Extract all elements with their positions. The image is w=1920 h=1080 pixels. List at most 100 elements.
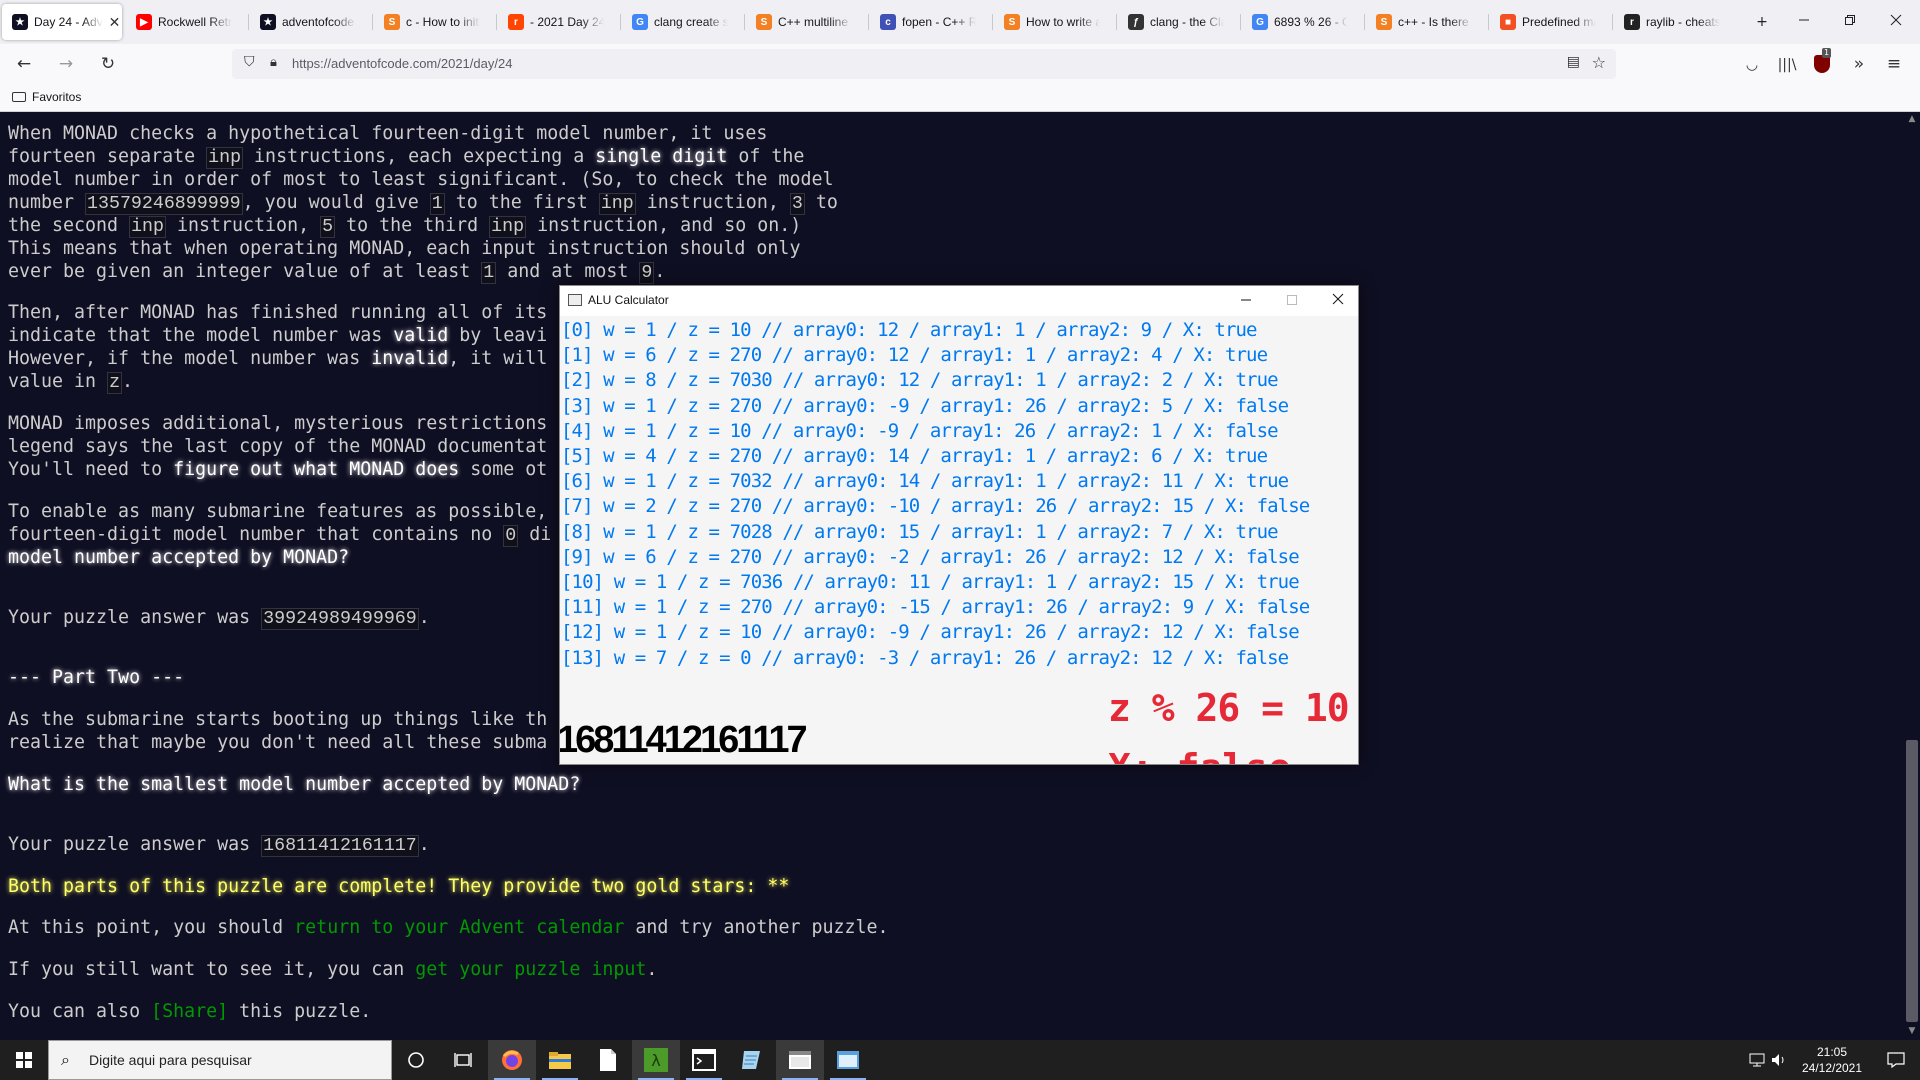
overflow-button[interactable]: » bbox=[1845, 50, 1873, 78]
browser-tab[interactable]: Sc++ - Is there a bbox=[1366, 4, 1486, 40]
arrow-right-icon: → bbox=[58, 54, 74, 74]
url-bar[interactable]: ⛉ 🔒︎ https://adventofcode.com/2021/day/2… bbox=[232, 49, 1616, 79]
youtube-icon: ▶ bbox=[136, 14, 152, 30]
alu-minimize-button[interactable] bbox=[1226, 288, 1266, 314]
completion-message: Both parts of this puzzle are complete! … bbox=[8, 876, 790, 897]
tray-clock[interactable]: 21:05 24/12/2021 bbox=[1784, 1044, 1880, 1076]
close-window-button[interactable] bbox=[1876, 8, 1916, 36]
inline-code: inp bbox=[206, 147, 244, 169]
task-view-button[interactable] bbox=[440, 1040, 488, 1080]
tab-separator bbox=[992, 14, 993, 30]
folder-icon bbox=[549, 1052, 571, 1069]
tab-label: C++ multiline string bbox=[778, 15, 852, 29]
share-link[interactable]: [Share] bbox=[151, 1001, 228, 1022]
bookmark-star-icon[interactable]: ☆ bbox=[1592, 53, 1606, 72]
bookmarks-bar: Favoritos bbox=[0, 84, 1920, 112]
alu-calculator-window[interactable]: ALU Calculator [0] w = 1 / z = 10 // arr… bbox=[559, 285, 1359, 765]
browser-tab[interactable]: c fopen - C++ Reference bbox=[870, 4, 990, 40]
alu-step-line: [9] w = 6 / z = 270 // array0: -2 / arra… bbox=[561, 545, 1300, 568]
browser-tab[interactable]: G 6893 % 26 - Google bbox=[1242, 4, 1362, 40]
reader-view-icon[interactable]: ▤ bbox=[1567, 54, 1580, 70]
browser-tab[interactable]: ★ adventofcode.com bbox=[250, 4, 370, 40]
browser-tab[interactable]: Sc - How to initialize bbox=[374, 4, 494, 40]
url-text[interactable]: https://adventofcode.com/2021/day/24 bbox=[292, 56, 512, 71]
alu-title-bar[interactable]: ALU Calculator bbox=[560, 286, 1358, 316]
return-calendar-link[interactable]: return to your Advent calendar bbox=[294, 917, 624, 938]
scroll-up-icon[interactable]: ▲ bbox=[1906, 114, 1918, 124]
alu-maximize-button[interactable] bbox=[1272, 288, 1312, 314]
browser-tab[interactable]: r - 2021 Day 24 bbox=[498, 4, 618, 40]
chevron-double-right-icon: » bbox=[1853, 54, 1865, 74]
browser-tab[interactable]: S How to write a bbox=[994, 4, 1114, 40]
terminal-icon bbox=[692, 1049, 716, 1071]
close-tab-icon[interactable]: ✕ bbox=[107, 14, 122, 31]
google-icon: G bbox=[632, 14, 648, 30]
ublock-badge: 1 bbox=[1822, 48, 1832, 58]
reddit-icon: r bbox=[508, 14, 524, 30]
back-button[interactable]: ← bbox=[10, 50, 38, 78]
library-icon: |||\ bbox=[1777, 57, 1797, 73]
alu-step-line: [13] w = 7 / z = 0 // array0: -3 / array… bbox=[561, 646, 1289, 669]
text-line: At this point, you should return to your… bbox=[8, 917, 889, 938]
tab-label: How to write a bbox=[1026, 15, 1100, 29]
search-icon: ⌕ bbox=[61, 1050, 70, 1069]
inline-code: 13579246899999 bbox=[85, 193, 243, 215]
taskbar-editor[interactable] bbox=[728, 1040, 776, 1080]
browser-tab[interactable]: S C++ multiline string bbox=[746, 4, 866, 40]
text-line: value in z. bbox=[8, 371, 134, 394]
start-button[interactable] bbox=[0, 1040, 48, 1080]
taskbar-firefox[interactable] bbox=[488, 1040, 536, 1080]
minimize-button[interactable] bbox=[1784, 8, 1824, 36]
taskbar-notepad[interactable] bbox=[584, 1040, 632, 1080]
text-line: indicate that the model number was valid… bbox=[8, 325, 548, 346]
ublock-button[interactable]: 1 bbox=[1808, 48, 1836, 78]
browser-tab[interactable]: ★ Day 24 - Advent of Code 2021 ✕ bbox=[2, 4, 122, 40]
tab-separator bbox=[868, 14, 869, 30]
taskbar-alu-window[interactable] bbox=[776, 1040, 824, 1080]
puzzle-input-link[interactable]: get your puzzle input bbox=[415, 959, 646, 980]
pocket-button[interactable]: ◡ bbox=[1738, 50, 1766, 78]
windows-logo-icon bbox=[16, 1052, 32, 1068]
forward-button[interactable]: → bbox=[52, 50, 80, 78]
browser-tab[interactable]: ▶ Rockwell Retro Encabulator bbox=[126, 4, 246, 40]
inline-code: z bbox=[107, 372, 123, 394]
clock-date: 24/12/2021 bbox=[1801, 1061, 1863, 1075]
page-scrollbar-thumb[interactable] bbox=[1906, 740, 1918, 1022]
taskbar-terminal[interactable] bbox=[680, 1040, 728, 1080]
restore-button[interactable] bbox=[1830, 8, 1870, 36]
cortana-button[interactable] bbox=[392, 1040, 440, 1080]
stackoverflow-icon: S bbox=[1376, 14, 1392, 30]
browser-tab[interactable]: ƒ clang - the Clang bbox=[1118, 4, 1238, 40]
lock-icon[interactable]: 🔒︎ bbox=[270, 55, 277, 70]
tab-separator bbox=[372, 14, 373, 30]
browser-tab[interactable]: r raylib - cheatsheet bbox=[1614, 4, 1734, 40]
browser-tab[interactable]: Gclang create static bbox=[622, 4, 742, 40]
taskbar-alu-app[interactable]: λ bbox=[632, 1040, 680, 1080]
close-icon bbox=[1890, 14, 1902, 26]
menu-button[interactable]: ≡ bbox=[1880, 50, 1908, 78]
scroll-down-icon[interactable]: ▼ bbox=[1906, 1026, 1918, 1036]
emphasis: invalid bbox=[371, 348, 449, 369]
text-line: This means that when operating MONAD, ea… bbox=[8, 238, 801, 259]
pocket-icon: ◡ bbox=[1745, 57, 1759, 73]
browser-tab[interactable]: ■ Predefined macros bbox=[1490, 4, 1610, 40]
tab-label: clang - the Clang bbox=[1150, 15, 1224, 29]
answer-value: 39924989499969 bbox=[261, 608, 419, 630]
text-line: legend says the last copy of the MONAD d… bbox=[8, 436, 548, 457]
taskbar-search-box[interactable]: ⌕ Digite aqui para pesquisar bbox=[48, 1040, 392, 1080]
reload-button[interactable]: ↻ bbox=[94, 50, 122, 78]
taskbar-file-explorer[interactable] bbox=[536, 1040, 584, 1080]
taskbar-image-viewer[interactable] bbox=[824, 1040, 872, 1080]
inline-code: 0 bbox=[503, 525, 519, 547]
bookmarks-folder-favoritos[interactable]: Favoritos bbox=[12, 90, 81, 104]
emphasis: figure out what MONAD does bbox=[173, 459, 460, 480]
alu-step-line: [5] w = 4 / z = 270 // array0: 14 / arra… bbox=[561, 445, 1268, 467]
library-button[interactable]: |||\ bbox=[1773, 50, 1801, 78]
browser-new-tab-button[interactable]: + bbox=[1742, 8, 1782, 36]
notification-center[interactable] bbox=[1872, 1040, 1920, 1080]
shield-icon[interactable]: ⛉ bbox=[244, 54, 255, 70]
alu-close-button[interactable] bbox=[1318, 288, 1358, 314]
folder-icon bbox=[12, 92, 26, 102]
text-line: If you still want to see it, you can get… bbox=[8, 959, 658, 980]
tab-separator bbox=[248, 14, 249, 30]
